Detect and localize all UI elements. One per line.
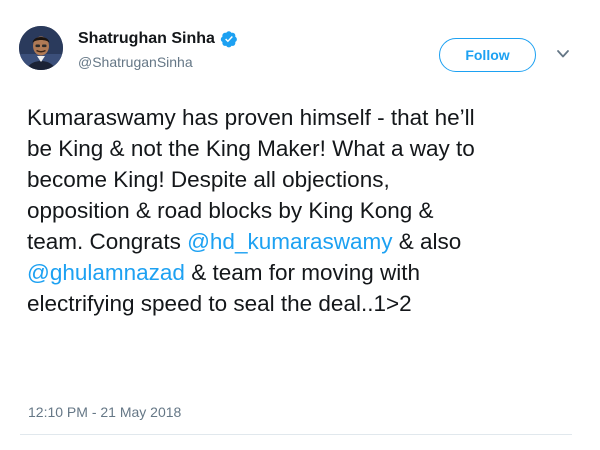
tweet-line: @ghulamnazad & team for moving with [27,257,587,288]
text-segment: & team for moving with [184,260,421,285]
text-segment: opposition & road blocks by King Kong & [27,198,434,223]
mention-link-ghulamnazad[interactable]: @ghulamnazad [27,260,185,285]
tweet-line: be King & not the King Maker! What a way… [27,133,587,164]
mention-link-hd-kumaraswamy[interactable]: @hd_kumaraswamy [187,229,392,254]
user-handle[interactable]: @ShatruganSinha [78,54,193,70]
name-row: Shatrughan Sinha [78,30,238,48]
text-segment: be King & not the King Maker! What a way… [27,136,475,161]
text-segment: become King! Despite all objections, [27,167,390,192]
chevron-down-icon[interactable] [555,47,571,61]
text-segment: electrifying speed to seal the deal..1>2 [27,291,412,316]
tweet-timestamp[interactable]: 12:10 PM - 21 May 2018 [28,404,181,420]
tweet-line: Kumaraswamy has proven himself - that he… [27,102,587,133]
tweet-line: opposition & road blocks by King Kong & [27,195,587,226]
avatar-image [19,26,63,70]
verified-badge-icon [220,30,238,48]
text-segment: Kumaraswamy has proven himself - that he… [27,105,475,130]
tweet-card: Shatrughan Sinha @ShatruganSinha Follow … [0,0,600,450]
tweet-line: team. Congrats @hd_kumaraswamy & also [27,226,587,257]
text-segment: & also [392,229,462,254]
text-segment: team. Congrats [27,229,188,254]
tweet-line: become King! Despite all objections, [27,164,587,195]
follow-button[interactable]: Follow [439,38,536,72]
tweet-line: electrifying speed to seal the deal..1>2 [27,288,587,319]
display-name[interactable]: Shatrughan Sinha [78,30,215,48]
avatar[interactable] [19,26,63,70]
divider [20,434,572,435]
tweet-text: Kumaraswamy has proven himself - that he… [27,102,587,319]
